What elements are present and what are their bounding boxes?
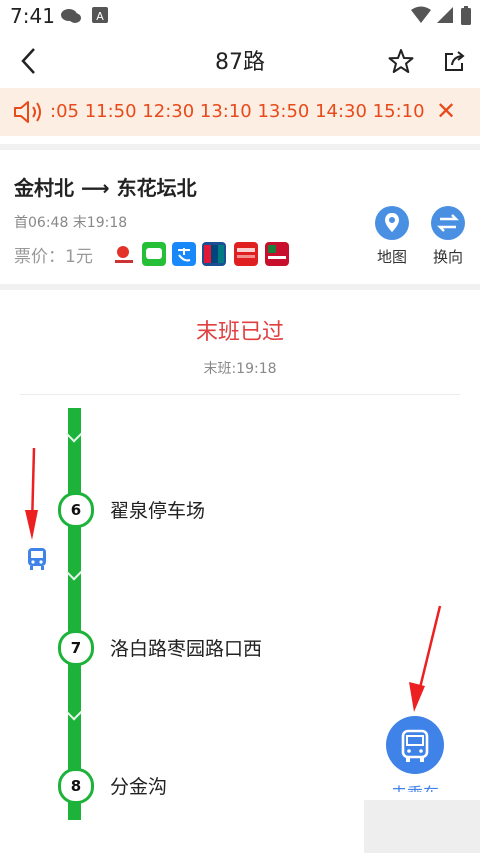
route-name: 金村北 ⟶ 东花坛北 <box>14 176 197 200</box>
schedule-notice-bar: :05 11:50 12:30 13:10 13:50 14:30 15:10 … <box>0 88 480 136</box>
map-button[interactable]: 地图 <box>372 206 412 267</box>
station-name[interactable]: 洛白路枣园路口西 <box>110 634 262 661</box>
station-name[interactable]: 翟泉停车场 <box>110 496 205 523</box>
section-separator <box>0 284 480 290</box>
annotation-arrow-icon <box>25 447 38 540</box>
station-name[interactable]: 分金沟 <box>110 772 167 799</box>
beijing-traffic-card-icon <box>112 242 136 266</box>
route-first-last-times: 首06:48 末19:18 <box>14 215 128 231</box>
map-pin-icon <box>375 206 409 240</box>
divider <box>20 394 460 395</box>
schedule-text: :05 11:50 12:30 13:10 13:50 14:30 15:10 … <box>50 101 424 122</box>
share-icon[interactable] <box>442 48 468 74</box>
app-notification-icon: A <box>92 7 108 23</box>
fare-text: 票价：1元 <box>14 247 93 267</box>
status-time: 7:41 <box>10 4 55 28</box>
service-status: 末班已过 <box>195 320 284 345</box>
station-number: 7 <box>58 630 94 666</box>
bus-position-icon <box>28 548 46 570</box>
yilutong-pay-icon <box>234 242 258 266</box>
battery-icon <box>461 6 471 25</box>
go-ride-button[interactable] <box>386 716 444 774</box>
reverse-label: 换向 <box>432 248 463 266</box>
chat-notification-icon <box>61 9 81 23</box>
signal-icon <box>437 7 453 23</box>
unionpay-icon <box>202 242 226 266</box>
station-number: 6 <box>58 492 94 528</box>
wechat-pay-icon <box>142 242 166 266</box>
wifi-icon <box>411 6 431 23</box>
go-ride-label[interactable]: 去乘车 <box>380 780 450 792</box>
svg-text:A: A <box>96 10 104 23</box>
alipay-icon <box>172 242 196 266</box>
schedule-marquee: :05 11:50 12:30 13:10 13:50 14:30 15:10 … <box>50 88 424 136</box>
speaker-icon <box>14 101 41 123</box>
favorite-star-icon[interactable] <box>388 48 414 74</box>
corner-overlay <box>364 800 480 853</box>
map-label: 地图 <box>376 248 407 266</box>
status-bar: 7:41 A <box>0 0 480 32</box>
bus-line-track <box>68 408 81 820</box>
notice-close-button[interactable]: ✕ <box>436 97 456 125</box>
last-bus-time: 末班:19:18 <box>203 361 277 377</box>
station-number: 8 <box>58 768 94 804</box>
bus-icon <box>401 729 429 762</box>
annotation-arrow-icon <box>409 605 442 712</box>
reverse-direction-button[interactable]: 换向 <box>428 206 468 267</box>
swap-direction-icon <box>431 206 465 240</box>
section-separator <box>0 144 480 150</box>
bank-card-icon <box>265 242 289 266</box>
